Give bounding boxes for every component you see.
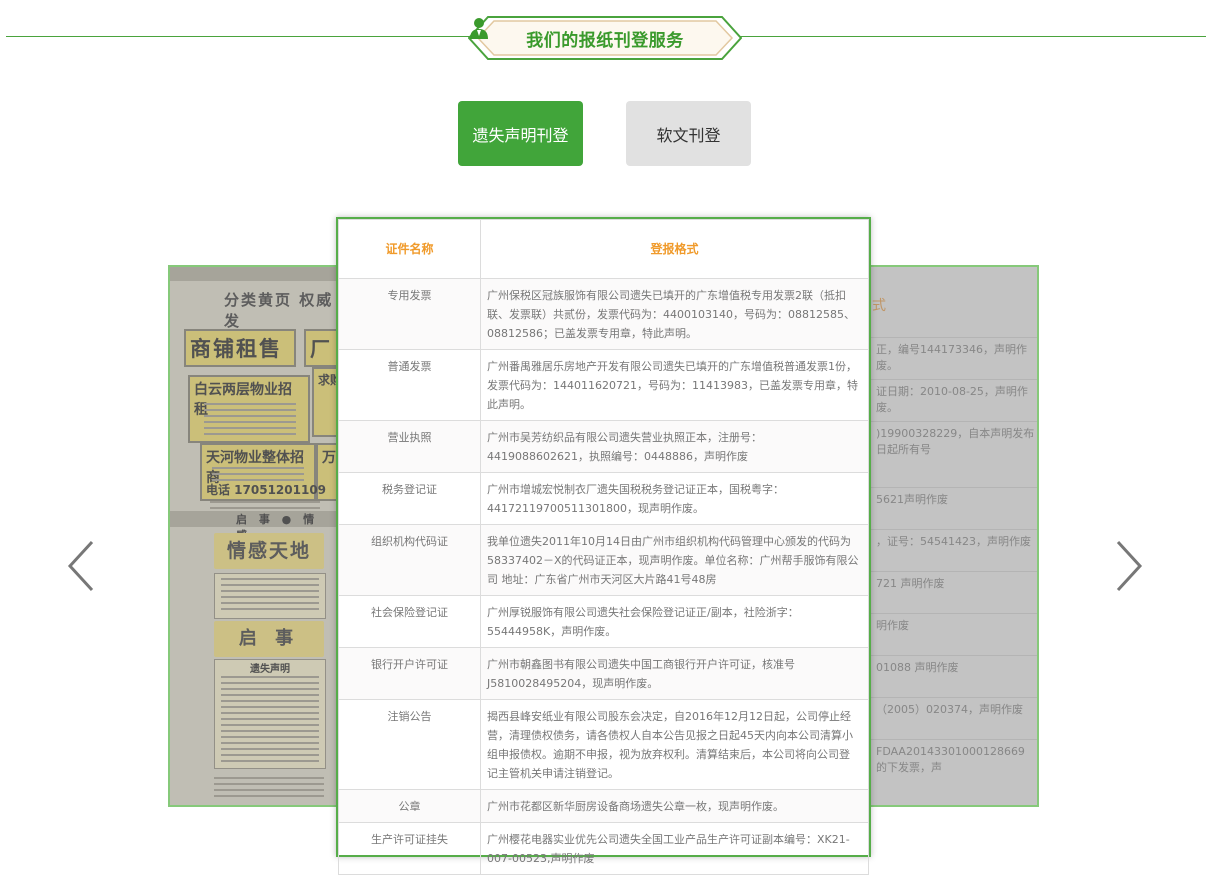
table-row: 生产许可证挂失 广州樱花电器实业优先公司遗失全国工业产品生产许可证副本编号：XK… [338, 822, 869, 875]
cell-name: 组织机构代码证 [338, 524, 481, 596]
cell-name: 营业执照 [338, 420, 481, 473]
cell-format: 广州厚锐服饰有限公司遗失社会保险登记证正/副本，社险浙字：55444958K，声… [480, 595, 869, 648]
cell-name: 公章 [338, 789, 481, 823]
carousel-card-active: 证件名称 登报格式 专用发票 广州保税区冠族服饰有限公司遗失已填开的广东增值税专… [336, 217, 871, 875]
table-row: 营业执照 广州市吴芳纺织品有限公司遗失营业执照正本，注册号：4419088602… [338, 420, 869, 473]
chevron-left-icon[interactable] [66, 540, 96, 592]
header-divider-left [6, 36, 472, 37]
tab-soft-article[interactable]: 软文刊登 [626, 101, 751, 166]
cell-format: 广州保税区冠族服饰有限公司遗失已填开的广东增值税专用发票2联（抵扣联、发票联）共… [480, 278, 869, 350]
table-row: 税务登记证 广州市增城宏悦制衣厂遗失国税税务登记证正本，国税粤字：4417211… [338, 472, 869, 525]
cell-name: 生产许可证挂失 [338, 822, 481, 875]
cell-name: 税务登记证 [338, 472, 481, 525]
section-title-badge: 我们的报纸刊登服务 [468, 16, 742, 60]
cell-format: 广州市增城宏悦制衣厂遗失国税税务登记证正本，国税粤字：4417211970051… [480, 472, 869, 525]
tab-lost-statement[interactable]: 遗失声明刊登 [458, 101, 583, 166]
column-header-name: 证件名称 [338, 219, 481, 279]
cell-format: 揭西县峰安纸业有限公司股东会决定，自2016年12月12日起，公司停止经营，清理… [480, 699, 869, 790]
header-divider-right [738, 36, 1206, 37]
cell-name: 普通发票 [338, 349, 481, 421]
table-row: 专用发票 广州保税区冠族服饰有限公司遗失已填开的广东增值税专用发票2联（抵扣联、… [338, 278, 869, 350]
format-table: 证件名称 登报格式 专用发票 广州保税区冠族服饰有限公司遗失已填开的广东增值税专… [338, 219, 869, 875]
person-icon [470, 18, 488, 39]
chevron-right-icon[interactable] [1114, 540, 1144, 592]
column-header-format: 登报格式 [480, 219, 869, 279]
table-row: 普通发票 广州番禺雅居乐房地产开发有限公司遗失已填开的广东增值税普通发票1份，发… [338, 349, 869, 421]
cell-format: 广州市花都区新华厨房设备商场遗失公章一枚，现声明作废。 [480, 789, 869, 823]
carousel-card-left[interactable]: 分类黄页 权威发 商铺租售 厂 白云两层物业招租 求购 天河物业整体招商 万 电… [168, 265, 338, 807]
cell-format: 广州樱花电器实业优先公司遗失全国工业产品生产许可证副本编号：XK21-007-0… [480, 822, 869, 875]
table-row: 公章 广州市花都区新华厨房设备商场遗失公章一枚，现声明作废。 [338, 789, 869, 823]
table-row: 注销公告 揭西县峰安纸业有限公司股东会决定，自2016年12月12日起，公司停止… [338, 699, 869, 790]
cell-name: 专用发票 [338, 278, 481, 350]
cell-format: 广州市朝鑫图书有限公司遗失中国工商银行开户许可证，核准号J58100284952… [480, 647, 869, 700]
cell-name: 注销公告 [338, 699, 481, 790]
section-title: 我们的报纸刊登服务 [526, 30, 684, 51]
table-row: 社会保险登记证 广州厚锐服饰有限公司遗失社会保险登记证正/副本，社险浙字：554… [338, 595, 869, 648]
cell-format: 我单位遗失2011年10月14日由广州市组织机构代码管理中心颁发的代码为5833… [480, 524, 869, 596]
cell-format: 广州市吴芳纺织品有限公司遗失营业执照正本，注册号：4419088602621，执… [480, 420, 869, 473]
table-row: 组织机构代码证 我单位遗失2011年10月14日由广州市组织机构代码管理中心颁发… [338, 524, 869, 596]
carousel-card-right[interactable]: 式 正，编号144173346，声明作废。 证日期：2010-08-25，声明作… [868, 265, 1039, 807]
cell-name: 银行开户许可证 [338, 647, 481, 700]
table-row: 银行开户许可证 广州市朝鑫图书有限公司遗失中国工商银行开户许可证，核准号J581… [338, 647, 869, 700]
cell-format: 广州番禺雅居乐房地产开发有限公司遗失已填开的广东增值税普通发票1份，发票代码为：… [480, 349, 869, 421]
cell-name: 社会保险登记证 [338, 595, 481, 648]
